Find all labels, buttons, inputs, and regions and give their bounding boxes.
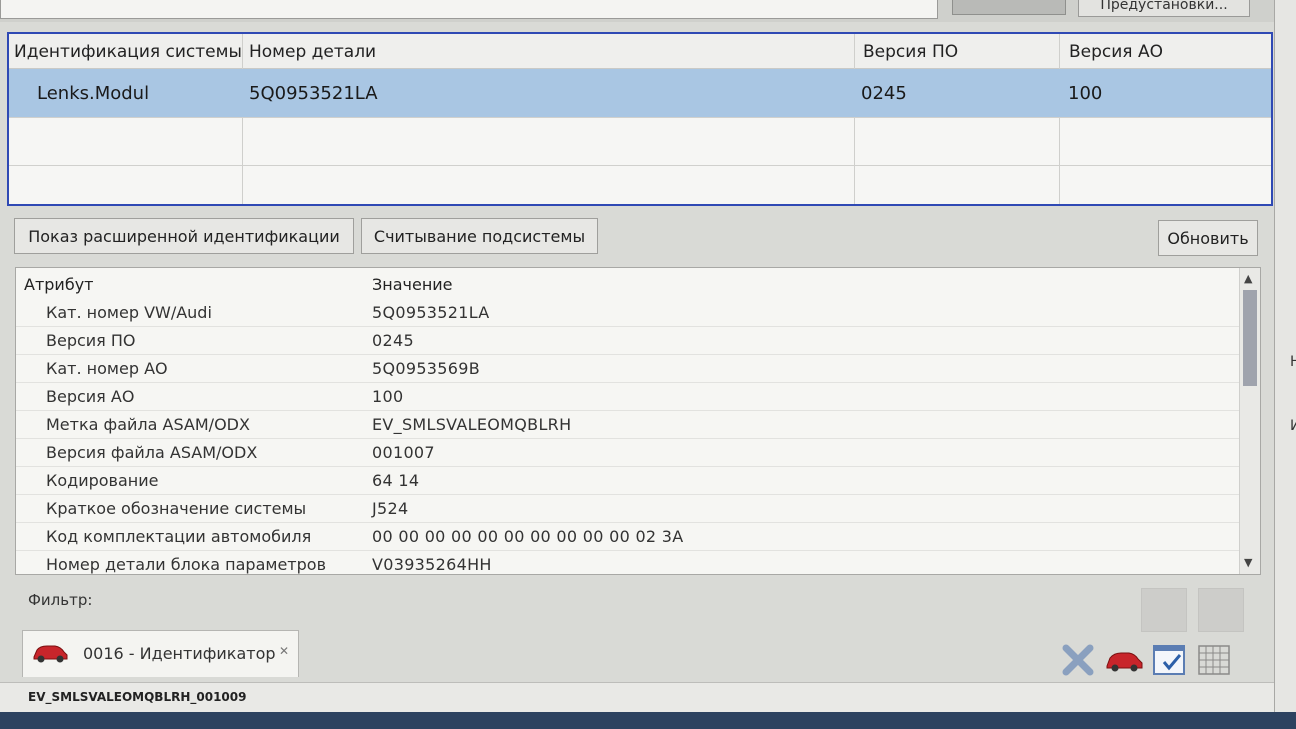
refresh-button[interactable]: Обновить <box>1158 220 1258 256</box>
checklist-icon[interactable] <box>1152 642 1188 678</box>
scrollbar-thumb[interactable] <box>1243 290 1257 386</box>
attribute-row[interactable]: Версия АО 100 <box>16 382 1240 411</box>
attribute-value: 0245 <box>372 331 414 350</box>
attribute-value: J524 <box>372 499 409 518</box>
side-fragment: Н <box>1290 354 1296 370</box>
status-text: EV_SMLSVALEOMQBLRH_001009 <box>28 690 247 704</box>
right-side-panel: Н И <box>1274 0 1296 729</box>
attribute-row[interactable]: Краткое обозначение системы J524 <box>16 494 1240 523</box>
car-icon <box>31 641 69 669</box>
table-cell-software-version: 0245 <box>861 83 907 104</box>
car-icon[interactable] <box>1104 642 1143 678</box>
add-filter-button[interactable] <box>1141 588 1187 632</box>
column-header-system-id[interactable]: Идентификация системы <box>14 42 242 62</box>
attribute-value: 5Q0953569B <box>372 359 481 378</box>
attribute-value: 00 00 00 00 00 00 00 00 00 00 02 3A <box>372 527 684 546</box>
attribute-key: Версия ПО <box>46 331 136 350</box>
column-header-part-number[interactable]: Номер детали <box>249 42 376 62</box>
status-bar: EV_SMLSVALEOMQBLRH_001009 <box>0 682 1274 713</box>
attribute-row[interactable]: Кат. номер АО 5Q0953569B <box>16 354 1240 383</box>
attribute-value: 001007 <box>372 443 435 462</box>
attribute-value: 100 <box>372 387 404 406</box>
vertical-scrollbar[interactable]: ▲ ▼ <box>1239 268 1260 574</box>
scroll-up-icon[interactable]: ▲ <box>1244 272 1252 285</box>
attribute-key: Версия АО <box>46 387 135 406</box>
attribute-key: Кат. номер VW/Audi <box>46 303 212 322</box>
grid-icon[interactable] <box>1196 642 1232 678</box>
read-subsystem-button[interactable]: Считывание подсистемы <box>361 218 598 254</box>
attribute-key: Код комплектации автомобиля <box>46 527 312 546</box>
side-fragment: И <box>1290 418 1296 434</box>
top-input-field[interactable] <box>0 0 938 19</box>
top-button[interactable] <box>952 0 1066 15</box>
extended-identification-button[interactable]: Показ расширенной идентификации <box>14 218 354 254</box>
system-identification-table: Идентификация системы Номер детали Верси… <box>7 32 1273 206</box>
attribute-key: Кат. номер АО <box>46 359 168 378</box>
attribute-key: Номер детали блока параметров <box>46 555 326 574</box>
attribute-value: 5Q0953521LA <box>372 303 490 322</box>
top-toolbar: Предустановки... <box>0 0 1296 22</box>
attribute-value: V03935264HH <box>372 555 492 574</box>
attribute-value: EV_SMLSVALEOMQBLRH <box>372 415 572 434</box>
attribute-value: 64 14 <box>372 471 420 490</box>
attribute-key: Краткое обозначение системы <box>46 499 307 518</box>
attribute-row[interactable]: Версия файла ASAM/ODX 001007 <box>16 438 1240 467</box>
attribute-key: Кодирование <box>46 471 159 490</box>
attribute-row[interactable]: Кодирование 64 14 <box>16 466 1240 495</box>
attribute-key: Версия файла ASAM/ODX <box>46 443 258 462</box>
presets-button[interactable]: Предустановки... <box>1078 0 1250 17</box>
close-icon[interactable]: ✕ <box>279 644 289 658</box>
attribute-column-header[interactable]: Атрибут <box>24 275 93 294</box>
attribute-key: Метка файла ASAM/ODX <box>46 415 250 434</box>
windows-taskbar <box>0 712 1296 729</box>
table-cell-part-number: 5Q0953521LA <box>249 83 378 104</box>
attribute-panel: Атрибут Значение Кат. номер VW/Audi 5Q09… <box>15 267 1261 575</box>
attribute-header: Атрибут Значение <box>16 268 1240 298</box>
scroll-down-icon[interactable]: ▼ <box>1244 556 1252 569</box>
filter-label: Фильтр: <box>28 591 93 609</box>
attribute-row[interactable]: Метка файла ASAM/ODX EV_SMLSVALEOMQBLRH <box>16 410 1240 439</box>
attribute-row[interactable]: Кат. номер VW/Audi 5Q0953521LA <box>16 298 1240 327</box>
table-cell-system-id: Lenks.Modul <box>37 83 150 104</box>
attribute-row[interactable]: Код комплектации автомобиля 00 00 00 00 … <box>16 522 1240 551</box>
attribute-row[interactable]: Версия ПО 0245 <box>16 326 1240 355</box>
value-column-header[interactable]: Значение <box>372 275 453 294</box>
delete-x-icon[interactable] <box>1060 642 1096 678</box>
tab-label: 0016 - Идентификатор <box>83 644 276 663</box>
table-cell-hardware-version: 100 <box>1068 83 1103 104</box>
column-header-software-version[interactable]: Версия ПО <box>863 42 958 62</box>
remove-filter-button[interactable] <box>1198 588 1244 632</box>
column-header-hardware-version[interactable]: Версия АО <box>1069 42 1163 62</box>
tab-identifier[interactable]: 0016 - Идентификатор ✕ <box>22 630 299 677</box>
attribute-row[interactable]: Номер детали блока параметров V03935264H… <box>16 550 1240 574</box>
